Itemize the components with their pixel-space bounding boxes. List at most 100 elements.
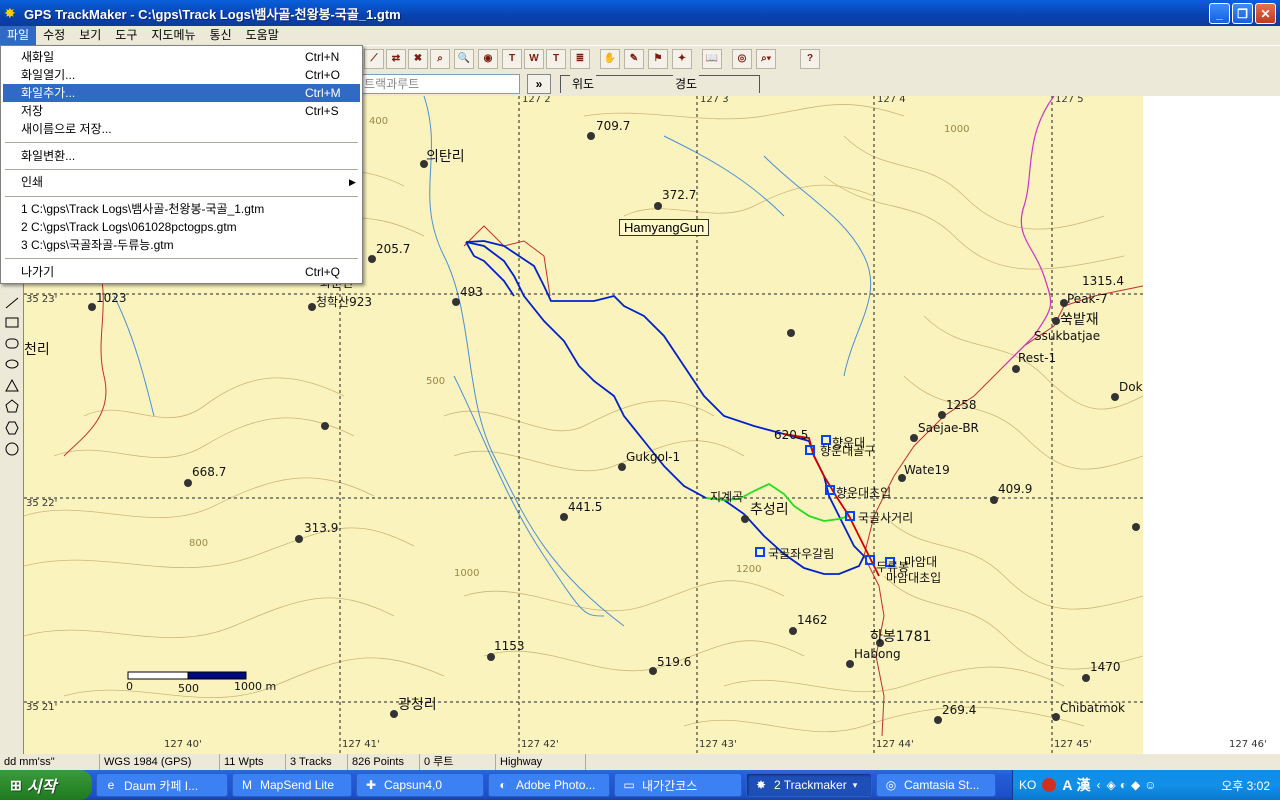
- map-label: 의탄리: [426, 149, 465, 165]
- map-label: 1315.4: [1082, 274, 1124, 288]
- menu-comm[interactable]: 통신: [203, 26, 239, 45]
- volume-icon[interactable]: ◐: [1120, 778, 1127, 792]
- map-label: 국골사거리: [858, 511, 914, 525]
- go-button[interactable]: »: [527, 74, 551, 94]
- tool-waypoint-icon[interactable]: W: [524, 49, 544, 69]
- tray-chevron-icon[interactable]: ‹: [1096, 778, 1100, 792]
- menu-help[interactable]: 도움말: [239, 26, 286, 45]
- menu-add-file[interactable]: 화일추가... Ctrl+M: [3, 84, 360, 102]
- task-daum[interactable]: e Daum 카페 I...: [96, 773, 228, 797]
- menu-file[interactable]: 파일: [0, 26, 37, 45]
- menu-convert[interactable]: 화일변환...: [3, 147, 360, 165]
- menu-exit[interactable]: 나가기 Ctrl+Q: [3, 263, 360, 281]
- ime-icon[interactable]: [1042, 778, 1057, 792]
- line-tool-icon[interactable]: [5, 297, 19, 309]
- grid-top-2: 127 3: [700, 96, 729, 105]
- messenger-icon[interactable]: ☺: [1144, 778, 1156, 792]
- menu-map[interactable]: 지도메뉴: [144, 26, 202, 45]
- contour-label: 800: [189, 538, 209, 549]
- menu-item-label: 화일추가...: [21, 86, 76, 100]
- track-blue[interactable]: [465, 240, 866, 575]
- grid-lon-6: 127 45': [1054, 739, 1092, 750]
- task-trackmaker[interactable]: ✸ 2 Trackmaker ▾: [746, 773, 872, 797]
- tool-text-icon[interactable]: T: [502, 49, 522, 69]
- tool-track-icon[interactable]: ⟋: [364, 49, 384, 69]
- menu-recent-1[interactable]: 1 C:\gps\Track Logs\뱀사골-천왕봉-국골_1.gtm: [3, 200, 360, 218]
- map-label: 313.9: [304, 521, 339, 535]
- start-button[interactable]: ⊞ 시작: [0, 770, 92, 800]
- menu-separator: [5, 142, 358, 143]
- ime-han[interactable]: 漢: [1076, 775, 1090, 795]
- map-label: 천리: [24, 342, 50, 358]
- map-label: Peak-7: [1067, 292, 1108, 306]
- map-label: 향운대골구: [820, 444, 876, 458]
- menu-save-as[interactable]: 새이름으로 저장...: [3, 120, 360, 138]
- tool-help-icon[interactable]: ?: [800, 49, 820, 69]
- grid-lon-7: 127 46': [1229, 739, 1267, 750]
- minimize-button[interactable]: _: [1209, 3, 1230, 24]
- hexagon-tool-icon[interactable]: [5, 421, 19, 435]
- task-label: 2 Trackmaker: [774, 778, 847, 792]
- status-road: Highway: [496, 754, 586, 770]
- clock[interactable]: 오후 3:02: [1221, 777, 1270, 794]
- menu-item-label: 나가기: [21, 265, 55, 279]
- menu-new[interactable]: 새화일 Ctrl+N: [3, 48, 360, 66]
- task-photoshop[interactable]: ◐ Adobe Photo...: [488, 773, 610, 797]
- menu-open[interactable]: 화일열기... Ctrl+O: [3, 66, 360, 84]
- tool-delete-icon[interactable]: ✖: [408, 49, 428, 69]
- trackmaker-app-icon[interactable]: ✸: [4, 5, 20, 21]
- status-format: dd mm'ss": [0, 754, 100, 770]
- ime-a[interactable]: A: [1062, 777, 1072, 793]
- tool-magnifier-dropdown-icon[interactable]: ⌕▾: [756, 49, 776, 69]
- map-label: 국골좌우갈림: [768, 547, 835, 561]
- menu-tools[interactable]: 도구: [108, 26, 144, 45]
- shield-icon[interactable]: ◆: [1131, 778, 1140, 792]
- tool-route-icon[interactable]: ⇄: [386, 49, 406, 69]
- tool-pan-icon[interactable]: ✋: [600, 49, 620, 69]
- menu-save[interactable]: 저장 Ctrl+S: [3, 102, 360, 120]
- tool-zoom-icon[interactable]: 🔍: [454, 49, 474, 69]
- menu-view[interactable]: 보기: [72, 26, 108, 45]
- task-mapsend[interactable]: M MapSend Lite: [232, 773, 352, 797]
- grid-top-1: 127 2: [522, 96, 551, 105]
- longitude-label: 경도: [673, 75, 700, 92]
- pentagon-tool-icon[interactable]: [5, 399, 19, 413]
- map-label: 441.5: [568, 500, 603, 514]
- folder-icon: ▭: [623, 778, 635, 792]
- tool-gps-icon[interactable]: ◎: [732, 49, 752, 69]
- tool-globe-icon[interactable]: ◉: [478, 49, 498, 69]
- map-label: 쑥밭재: [1060, 312, 1099, 328]
- scale-label-0: 0: [126, 680, 133, 693]
- triangle-tool-icon[interactable]: [5, 378, 19, 392]
- grid-lon-5: 127 44': [876, 739, 914, 750]
- tool-flag-icon[interactable]: ⚑: [648, 49, 668, 69]
- track-route-select[interactable]: 트랙과루트: [360, 74, 520, 94]
- network-icon[interactable]: ◈: [1106, 778, 1115, 792]
- tool-search-icon[interactable]: ⌕: [430, 49, 450, 69]
- task-camtasia[interactable]: ◎ Camtasia St...: [876, 773, 996, 797]
- menu-item-label: 저장: [21, 104, 44, 118]
- menu-recent-3[interactable]: 3 C:\gps\국골좌골-두류능.gtm: [3, 236, 360, 254]
- menu-shortcut: Ctrl+N: [305, 50, 340, 64]
- close-button[interactable]: ✕: [1255, 3, 1276, 24]
- ellipse-tool-icon[interactable]: [5, 359, 19, 369]
- circle-tool-icon[interactable]: [5, 442, 19, 456]
- lang-indicator[interactable]: KO: [1019, 778, 1036, 792]
- menu-edit[interactable]: 수정: [36, 26, 72, 45]
- rounded-rect-tool-icon[interactable]: [5, 338, 19, 349]
- status-waypoints: 11 Wpts: [220, 754, 286, 770]
- tool-book-icon[interactable]: 📖: [702, 49, 722, 69]
- tool-list-icon[interactable]: ≣: [570, 49, 590, 69]
- maximize-button[interactable]: ❐: [1232, 3, 1253, 24]
- tool-pencil-icon[interactable]: ✎: [624, 49, 644, 69]
- task-capsun[interactable]: ✚ Capsun4,0: [356, 773, 484, 797]
- map-label: Rest-1: [1018, 351, 1057, 365]
- status-points: 826 Points: [348, 754, 420, 770]
- rectangle-tool-icon[interactable]: [5, 317, 19, 328]
- trackmaker-icon: ✸: [755, 778, 767, 792]
- menu-recent-2[interactable]: 2 C:\gps\Track Logs\061028pctogps.gtm: [3, 218, 360, 236]
- tool-pin-icon[interactable]: ✦: [672, 49, 692, 69]
- menu-print[interactable]: 인쇄 ▶: [3, 173, 360, 191]
- tool-label-icon[interactable]: T: [546, 49, 566, 69]
- task-folder[interactable]: ▭ 내가간코스: [614, 773, 742, 797]
